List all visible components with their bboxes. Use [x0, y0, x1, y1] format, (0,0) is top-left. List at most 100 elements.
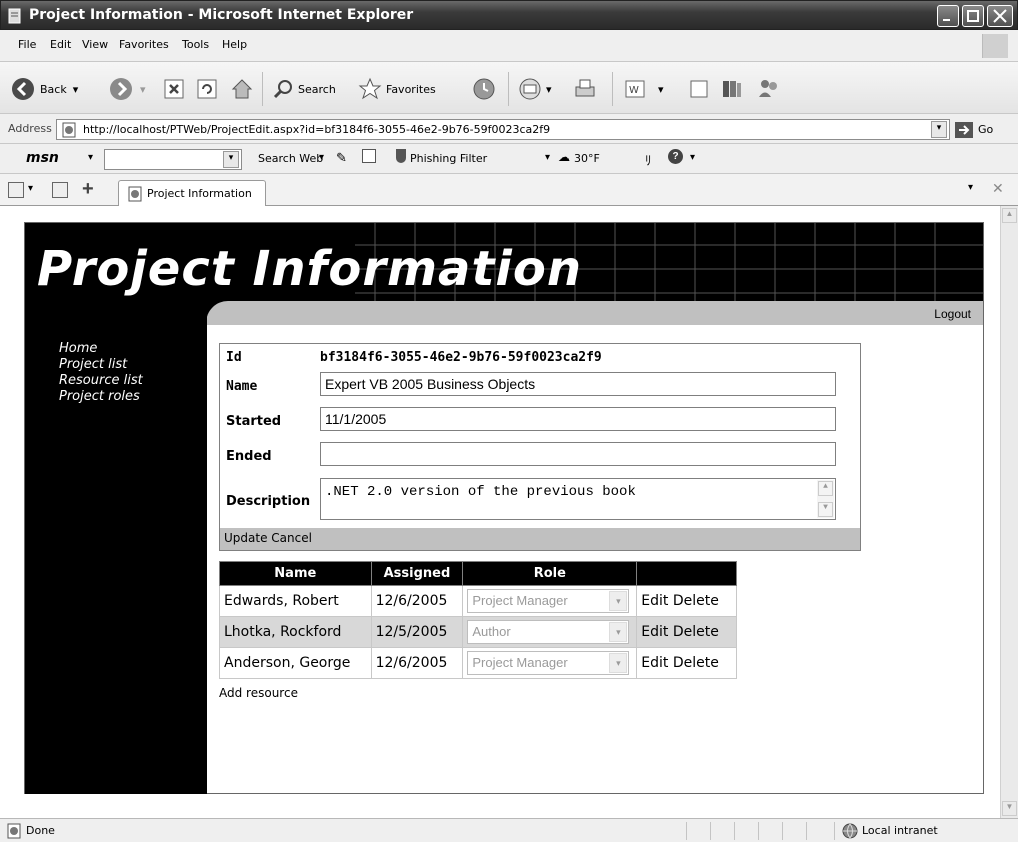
role-select[interactable]: Project Manager ▾	[467, 589, 630, 613]
chevron-down-icon: ▾	[609, 622, 628, 642]
highlight-icon[interactable]: ✎	[336, 150, 347, 166]
status-bar: Done Local intranet	[0, 818, 1018, 842]
search-button[interactable]: Search	[272, 74, 336, 104]
add-resource-link[interactable]: Add resource	[219, 686, 298, 700]
description-field[interactable]: .NET 2.0 version of the previous book ▲ …	[320, 478, 836, 520]
menu-favorites[interactable]: Favorites	[119, 38, 169, 51]
menu-bar: File Edit View Favorites Tools Help	[0, 30, 1018, 62]
ended-field[interactable]	[320, 442, 836, 466]
delete-link[interactable]: Delete	[673, 624, 719, 640]
mail-button[interactable]: ▾	[518, 74, 552, 104]
nav-home[interactable]: Home	[59, 341, 97, 357]
address-input[interactable]: http://localhost/PTWeb/ProjectEdit.aspx?…	[56, 119, 950, 140]
cloud-icon: ☁	[558, 150, 570, 164]
phishing-filter-button[interactable]: Phishing Filter	[410, 152, 487, 165]
minimize-button[interactable]	[937, 5, 959, 27]
name-label: Name	[226, 379, 258, 394]
role-select[interactable]: Author ▾	[467, 620, 630, 644]
plus-icon[interactable]: +	[82, 178, 94, 201]
scroll-up-icon[interactable]: ▲	[1002, 208, 1017, 223]
delete-link[interactable]: Delete	[673, 593, 719, 609]
delete-link[interactable]: Delete	[673, 655, 719, 671]
messenger-button[interactable]	[756, 74, 782, 104]
back-arrow-icon	[12, 78, 34, 100]
blank-page-icon	[690, 80, 708, 98]
weather-temp[interactable]: 30°F	[574, 152, 600, 165]
address-dropdown-icon[interactable]: ▾	[931, 121, 947, 138]
msn-search-input[interactable]: ▾	[104, 149, 242, 170]
started-label: Started	[226, 414, 282, 429]
resources-table: Name Assigned Role Edwards, Robert 12/6/…	[219, 561, 737, 679]
print-button[interactable]	[572, 74, 598, 104]
logout-link[interactable]: Logout	[934, 307, 971, 321]
search-web-button[interactable]: Search Web	[258, 152, 323, 165]
close-tab-icon[interactable]: ✕	[992, 180, 1004, 197]
nav-project-roles[interactable]: Project roles	[59, 389, 140, 405]
add-favorites-icon[interactable]	[52, 182, 68, 198]
nav-resource-list[interactable]: Resource list	[59, 373, 143, 389]
discuss-button[interactable]	[688, 74, 710, 104]
page-icon	[7, 823, 21, 839]
cancel-link[interactable]: Cancel	[271, 531, 312, 545]
description-scrollbar[interactable]: ▲ ▼	[817, 480, 834, 518]
edit-link[interactable]: Edit	[641, 655, 668, 671]
forward-button[interactable]: ▾	[108, 74, 146, 104]
role-select[interactable]: Project Manager ▾	[467, 651, 630, 675]
menu-tools[interactable]: Tools	[182, 38, 209, 51]
menu-file[interactable]: File	[18, 38, 36, 51]
resource-assigned: 12/6/2005	[370, 647, 464, 679]
translate-icon[interactable]: ﾘ	[645, 150, 652, 169]
page-scrollbar[interactable]: ▲ ▼	[1000, 206, 1018, 818]
resource-assigned: 12/6/2005	[370, 585, 464, 617]
stop-icon	[164, 79, 184, 99]
refresh-button[interactable]	[196, 74, 218, 104]
word-icon: W	[625, 80, 645, 98]
back-button[interactable]: Back ▾	[10, 74, 78, 104]
edit-link[interactable]: Edit	[641, 593, 668, 609]
popup-blocker-icon[interactable]	[362, 149, 376, 163]
favorites-button[interactable]: Favorites	[358, 74, 436, 104]
intranet-globe-icon	[842, 823, 858, 839]
msn-menu-icon[interactable]: ▾	[88, 152, 93, 163]
started-field[interactable]: 11/1/2005	[320, 407, 836, 431]
research-button[interactable]	[720, 74, 744, 104]
resource-name: Edwards, Robert	[219, 585, 372, 617]
window-titlebar: Project Information - Microsoft Internet…	[0, 0, 1018, 30]
mail-icon	[519, 78, 541, 100]
address-label: Address	[8, 122, 52, 135]
page-icon	[128, 186, 142, 202]
scroll-up-icon: ▲	[818, 481, 833, 496]
table-row: Lhotka, Rockford 12/5/2005 Author ▾ Edit …	[219, 616, 737, 648]
edit-link[interactable]: Edit	[641, 624, 668, 640]
word-button[interactable]: W ▾	[624, 74, 664, 104]
menu-edit[interactable]: Edit	[50, 38, 71, 51]
search-icon	[273, 80, 292, 99]
go-arrow-icon	[955, 121, 973, 138]
nav-project-list[interactable]: Project list	[59, 357, 127, 373]
go-button[interactable]: Go	[954, 119, 993, 140]
project-details-form: Id bf3184f6-3055-46e2-9b76-59f0023ca2f9 …	[219, 343, 861, 551]
page-title: Project Information	[37, 241, 582, 297]
history-button[interactable]	[472, 74, 496, 104]
menu-view[interactable]: View	[82, 38, 108, 51]
maximize-button[interactable]	[962, 5, 984, 27]
standard-toolbar: Back ▾ ▾ Search Favorites ▾ W ▾	[0, 62, 1018, 114]
name-field[interactable]: Expert VB 2005 Business Objects	[320, 372, 836, 396]
home-button[interactable]	[230, 74, 254, 104]
close-button[interactable]	[987, 5, 1013, 27]
star-icon	[358, 77, 382, 100]
help-icon[interactable]: ?	[668, 149, 683, 164]
tab-list-icon[interactable]: ▾	[968, 182, 973, 193]
address-bar: Address http://localhost/PTWeb/ProjectEd…	[0, 114, 1018, 144]
stop-button[interactable]	[163, 74, 185, 104]
description-label: Description	[226, 494, 311, 509]
tab-project-information[interactable]: Project Information	[118, 180, 266, 206]
svg-text:W: W	[629, 85, 639, 96]
scroll-down-icon[interactable]: ▼	[1002, 801, 1017, 816]
menu-help[interactable]: Help	[222, 38, 247, 51]
ie-page-icon	[8, 8, 21, 24]
favorites-center-icon[interactable]	[8, 182, 24, 198]
update-link[interactable]: Update	[224, 531, 267, 545]
id-value: bf3184f6-3055-46e2-9b76-59f0023ca2f9	[320, 350, 602, 365]
refresh-icon	[197, 79, 217, 99]
